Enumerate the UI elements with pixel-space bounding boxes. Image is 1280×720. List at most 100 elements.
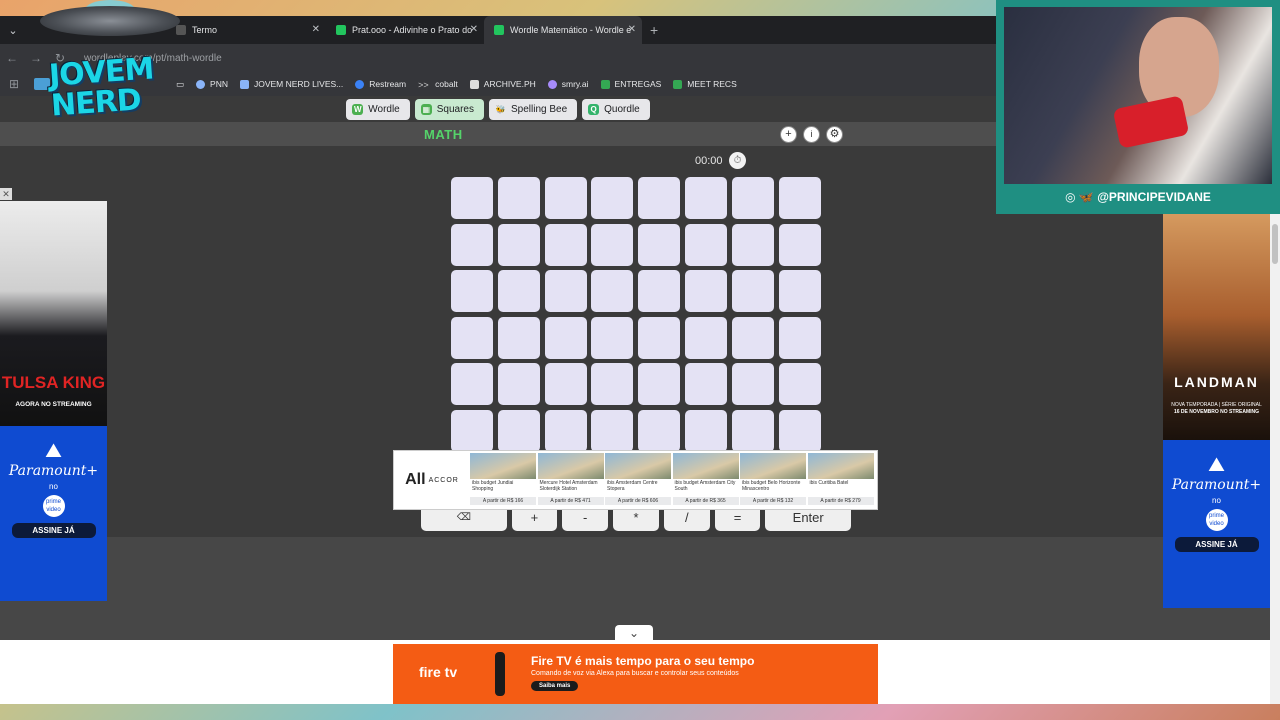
bluesky-icon: 🦋 [1078,190,1094,204]
cta-button[interactable]: ASSINE JÁ [11,523,96,538]
fire-tv-logo: fire tv [419,664,458,680]
hotel-name: ibis budget Belo Horizonte Minascentro [742,480,801,492]
fire-tv-ad[interactable]: fire tv Fire TV é mais tempo para o seu … [393,644,878,704]
gear-icon[interactable]: ⚙ [826,126,843,143]
hotel-card[interactable]: ibis budget Jundiai Shopping A partir de … [470,453,536,509]
cta-button[interactable]: Saiba mais [531,681,579,691]
close-tab-icon[interactable]: ✕ [312,24,320,35]
grid-cell [778,316,821,359]
squares-icon: ▦ [420,103,432,115]
nav-wordle[interactable]: W Wordle [346,98,410,120]
globe-icon [196,79,206,89]
nav-squares[interactable]: ▦ Squares [414,98,484,120]
hotel-card[interactable]: ibis budget Belo Horizonte Minascentro A … [740,453,806,509]
close-ad-icon[interactable]: ✕ [0,188,12,200]
grid-cell [497,316,540,359]
grid-cell [497,363,540,406]
grid-cell [497,409,540,452]
grid-cell [591,316,634,359]
bookmark-pnn[interactable]: PNN [196,79,228,89]
grid-cell [544,223,587,266]
right-ad[interactable]: LANDMAN NOVA TEMPORADA | SÉRIE ORIGINAL … [1163,214,1270,608]
mountain-icon: ⛰ [45,440,62,462]
hotel-photo [672,453,739,479]
grid-cell [451,316,493,359]
mountain-icon: ⛰ [1208,454,1225,476]
tab-wordle-matematico[interactable]: Wordle Matemático - Wordle e ✕ [484,16,642,44]
new-tab-icon[interactable]: + [650,22,658,38]
hotel-card[interactable]: ibis budget Amsterdam City South A partir… [672,453,739,509]
hotel-photo [807,453,874,479]
landman-poster: LANDMAN NOVA TEMPORADA | SÉRIE ORIGINAL … [1163,214,1270,440]
hotel-card[interactable]: ibis Curitiba Batel A partir de R$ 279 [807,453,874,509]
hotel-price: A partir de R$ 132 [740,497,806,505]
hotel-photo [740,453,806,479]
microphone-icon [1112,95,1190,149]
grid-cell [638,363,681,406]
tab-pratooo[interactable]: Prat.ooo - Adivinhe o Prato do ✕ [326,16,484,44]
bookmark-entregas[interactable]: ENTREGAS [600,79,662,89]
bookmark-restream[interactable]: Restream [355,79,406,89]
bookmark-smry[interactable]: smry.ai [547,79,589,89]
grid-cell [684,409,727,452]
grid-cell [731,223,774,266]
page-scrollbar[interactable] [1270,214,1280,704]
bookmark-label: PNN [210,79,228,89]
pratooo-favicon-icon [336,25,346,35]
stopwatch-icon[interactable]: ⏱ [729,152,746,169]
accor-ad[interactable]: All ACCOR ibis budget Jundiai Shopping A p… [393,450,878,510]
webcam-overlay: ◎ 🦋 @PRINCIPEVIDANE [996,0,1280,214]
bookmark-cobalt[interactable]: >> cobalt [418,79,458,90]
plus-icon[interactable]: + [780,126,797,143]
chevron-down-icon[interactable]: ⌄ [615,625,653,641]
grid-cell [684,316,727,359]
social-handle: ◎ 🦋 @PRINCIPEVIDANE [996,190,1280,204]
tab-termo[interactable]: Termo ✕ [166,16,326,44]
grid-cell [591,409,634,452]
paramount-logo: Paramount+ [1171,477,1262,493]
grid-cell [544,363,587,406]
grid-cell [684,363,727,406]
webcam-feed [1004,7,1272,184]
close-tab-icon[interactable]: ✕ [470,24,478,35]
close-tab-icon[interactable]: ✕ [628,24,636,35]
info-icon[interactable]: i [803,126,820,143]
accor-logo: All ACCOR [405,471,459,488]
bookmark-archive[interactable]: ARCHIVE.PH [469,79,536,89]
grid-cell [544,409,587,452]
bookmark-label: JOVEM NERD LIVES... [253,79,344,89]
ad-headline: Fire TV é mais tempo para o seu tempo [531,654,755,668]
timer: 00:00 [695,155,723,167]
bee-icon: 🐝 [495,104,506,114]
nav-spelling-bee[interactable]: 🐝 Spelling Bee [489,98,578,120]
grid-cell [778,223,821,266]
back-arrow-icon[interactable]: ← [0,51,24,65]
hotel-card[interactable]: Mercure Hotel Amsterdam Sloterdijk Stati… [537,453,604,509]
left-ad[interactable]: TULSA KING AGORA NO STREAMING ⛰ Paramoun… [0,201,107,601]
bookmark-jovem-nerd-lives[interactable]: JOVEM NERD LIVES... [239,79,344,89]
tab-title: Wordle Matemático - Wordle e [510,25,632,35]
hotel-name: ibis Curitiba Batel [809,480,849,486]
grid-cell [544,177,587,219]
doc-icon [239,79,249,89]
ad-no: no [1212,496,1221,505]
grid-cell [451,270,493,313]
cta-button[interactable]: ASSINE JÁ [1174,537,1259,552]
remote-icon [495,652,505,696]
nav-quordle[interactable]: Q Quordle [582,98,650,120]
prime-video-icon: prime video [42,495,65,517]
prime-video-icon: prime video [1205,509,1228,531]
bookmark-label: ENTREGAS [614,79,662,89]
scroll-thumb[interactable] [1272,224,1278,264]
apps-grid-icon[interactable]: ⊞ [2,77,26,91]
nav-label: Spelling Bee [511,103,568,115]
bookmark-meet-recs[interactable]: MEET RECS [673,79,737,89]
hotel-card[interactable]: ibis Amsterdam Centre Stopera A partir de… [605,453,671,509]
jovem-nerd-logo: JOVEM NERD [40,0,180,135]
sheets-icon [600,79,610,89]
quordle-icon: Q [588,103,600,115]
grid-cell [731,409,774,452]
tab-search-icon[interactable]: ⌄ [0,24,26,37]
grid-cell [731,177,774,219]
grid-cell [451,363,493,406]
